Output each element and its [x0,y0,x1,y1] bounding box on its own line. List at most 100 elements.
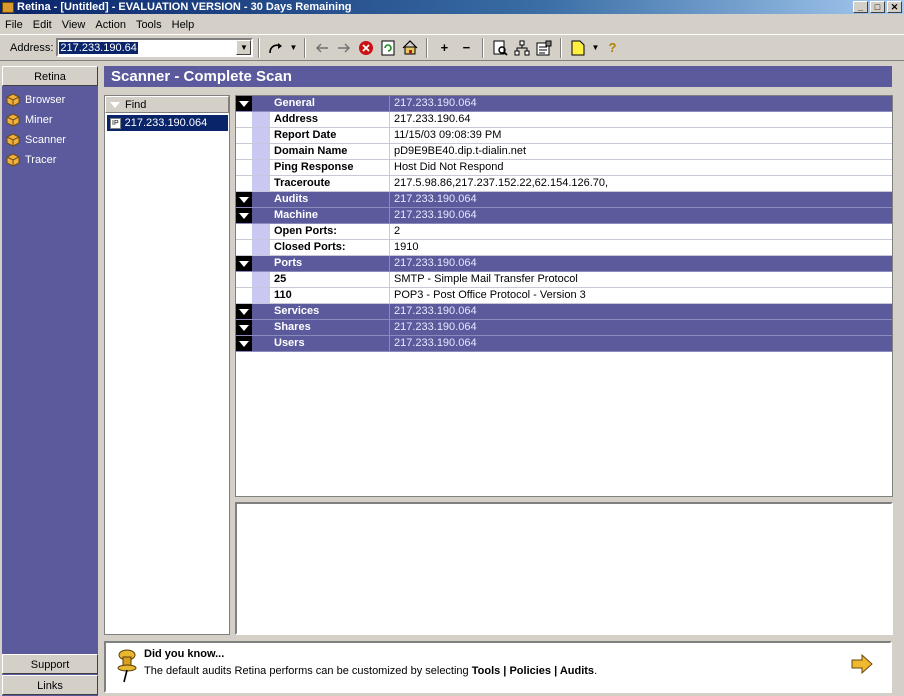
menu-action[interactable]: Action [90,19,131,31]
title-bar: Retina - [Untitled] - EVALUATION VERSION… [0,0,904,14]
detail-value: Host Did Not Respond [394,161,504,173]
nav-item-miner[interactable]: Miner [2,110,98,130]
close-button[interactable]: ✕ [887,1,902,13]
tip-link-tools[interactable]: Tools [472,665,501,677]
add-icon[interactable]: + [433,37,455,59]
collapse-icon[interactable] [236,256,252,271]
tip-link-policies[interactable]: Policies [509,665,551,677]
section-general[interactable]: General 217.233.190.064 [236,96,892,112]
tip-text-body: The default audits Retina performs can b… [144,665,472,677]
refresh-icon[interactable] [377,37,399,59]
nav-item-scanner[interactable]: Scanner [2,130,98,150]
detail-row: Traceroute 217.5.98.86,217.237.152.22,62… [236,176,892,192]
section-services[interactable]: Services 217.233.190.064 [236,304,892,320]
chevron-down-icon[interactable]: ▼ [287,37,299,59]
detail-row: Address 217.233.190.64 [236,112,892,128]
section-value: 217.233.190.064 [394,97,477,109]
menu-file[interactable]: File [0,19,28,31]
collapse-icon[interactable] [236,304,252,319]
find-item[interactable]: IP 217.233.190.064 [107,115,228,131]
section-ports[interactable]: Ports 217.233.190.064 [236,256,892,272]
find-item-label: 217.233.190.064 [124,117,208,129]
detail-value: 1910 [394,241,419,253]
detail-value: pD9E9BE40.dip.t-dialin.net [394,145,527,157]
nav-back-icon[interactable] [311,37,333,59]
detail-value: 2 [394,225,401,237]
chevron-down-icon[interactable]: ▼ [589,37,601,59]
go-arrow-icon[interactable] [265,37,287,59]
detail-row: Report Date 11/15/03 09:08:39 PM [236,128,892,144]
tip-text: The default audits Retina performs can b… [144,665,597,677]
nav-item-label: Miner [25,114,53,126]
nav-header-retina[interactable]: Retina [2,66,98,86]
detail-value: POP3 - Post Office Protocol - Version 3 [394,289,586,301]
network-icon[interactable] [511,37,533,59]
detail-value: 11/15/03 09:08:39 PM [394,129,502,141]
address-combobox[interactable]: 217.233.190.64 ▼ [56,38,254,57]
section-value: 217.233.190.064 [394,337,477,349]
home-icon[interactable] [399,37,421,59]
collapse-icon[interactable] [236,96,252,111]
window-title: Retina - [Untitled] - EVALUATION VERSION… [17,1,352,13]
hex-icon [6,93,20,107]
maximize-button[interactable]: □ [870,1,885,13]
toolbar-separator [304,37,307,58]
minimize-button[interactable]: _ [853,1,868,13]
section-label: Machine [270,208,390,223]
left-navigation: Retina Browser Miner Scanner Tracer Supp… [2,66,98,696]
section-machine[interactable]: Machine 217.233.190.064 [236,208,892,224]
stop-icon[interactable] [355,37,377,59]
find-header[interactable]: Find [105,96,229,113]
hex-icon [6,113,20,127]
detail-row: Domain Name pD9E9BE40.dip.t-dialin.net [236,144,892,160]
toolbar-separator [482,37,485,58]
section-shares[interactable]: Shares 217.233.190.064 [236,320,892,336]
output-pane [235,502,893,635]
section-audits[interactable]: Audits 217.233.190.064 [236,192,892,208]
collapse-icon[interactable] [236,320,252,335]
toolbar: Address: 217.233.190.64 ▼ ▼ + − ▼ ? [0,34,904,61]
find-header-label: Find [125,98,147,111]
detail-key: Traceroute [270,176,390,191]
section-label: Users [270,336,390,351]
detail-value: SMTP - Simple Mail Transfer Protocol [394,273,578,285]
detail-value: 217.5.98.86,217.237.152.22,62.154.126.70… [394,177,609,189]
section-value: 217.233.190.064 [394,193,477,205]
detail-key: Ping Response [270,160,390,175]
collapse-icon[interactable] [236,192,252,207]
detail-key: Open Ports: [270,224,390,239]
detail-pane: General 217.233.190.064 Address 217.233.… [235,95,893,497]
report-preview-icon[interactable] [489,37,511,59]
next-tip-arrow-icon[interactable] [850,653,874,675]
detail-key: Domain Name [270,144,390,159]
remove-icon[interactable]: − [455,37,477,59]
section-users[interactable]: Users 217.233.190.064 [236,336,892,352]
section-label: Ports [270,256,390,271]
properties-icon[interactable] [533,37,555,59]
nav-item-tracer[interactable]: Tracer [2,150,98,170]
menu-view[interactable]: View [57,19,91,31]
address-dropdown-button[interactable]: ▼ [236,40,252,55]
ip-icon: IP [110,117,121,129]
pushpin-icon [117,649,137,683]
detail-row: 25 SMTP - Simple Mail Transfer Protocol [236,272,892,288]
menu-help[interactable]: Help [167,19,200,31]
menu-tools[interactable]: Tools [131,19,167,31]
toolbar-separator [258,37,261,58]
collapse-icon[interactable] [236,208,252,223]
nav-forward-icon[interactable] [333,37,355,59]
address-value[interactable]: 217.233.190.64 [59,41,138,54]
nav-item-label: Tracer [25,154,57,166]
chevron-down-icon [110,101,120,108]
new-document-icon[interactable] [567,37,589,59]
detail-row: Closed Ports: 1910 [236,240,892,256]
nav-links[interactable]: Links [2,675,98,695]
section-value: 217.233.190.064 [394,257,477,269]
app-icon [2,1,14,13]
collapse-icon[interactable] [236,336,252,351]
nav-support[interactable]: Support [2,654,98,674]
help-icon[interactable]: ? [601,37,623,59]
tip-link-audits[interactable]: Audits [560,665,594,677]
nav-item-browser[interactable]: Browser [2,90,98,110]
menu-edit[interactable]: Edit [28,19,57,31]
